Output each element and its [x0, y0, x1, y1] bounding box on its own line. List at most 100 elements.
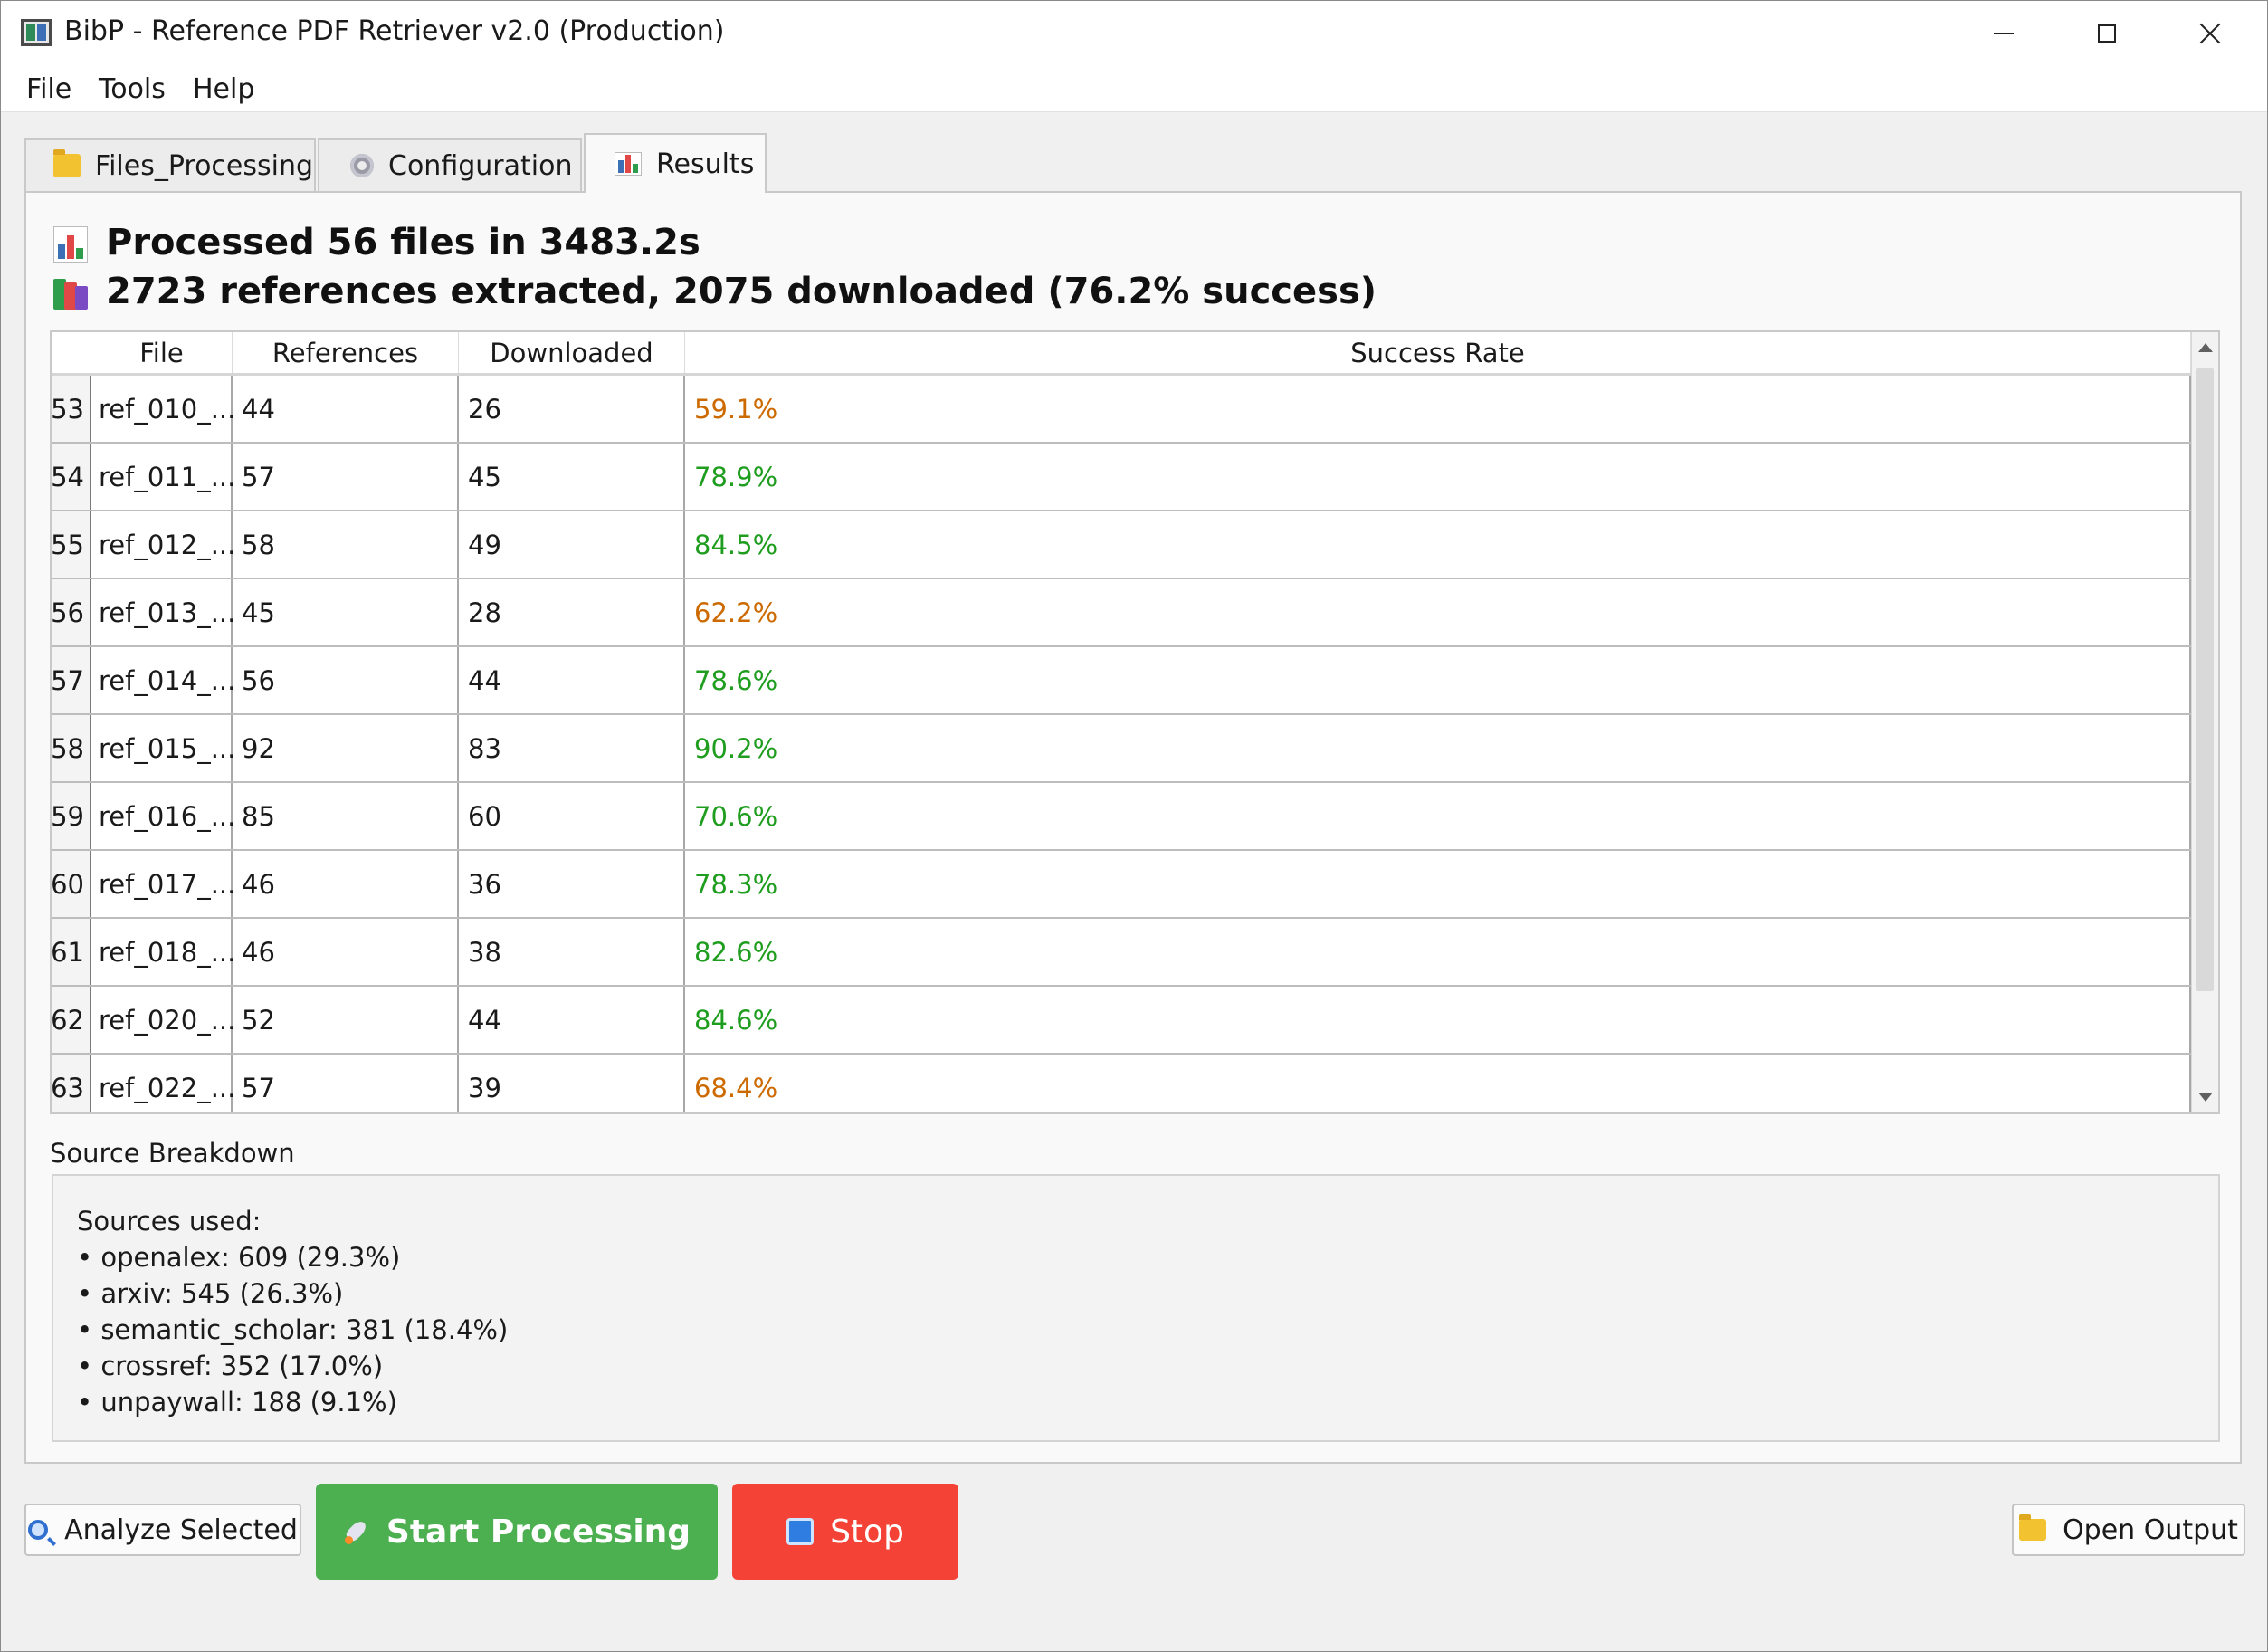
row-index: 62: [52, 987, 91, 1053]
table-row[interactable]: 57 ref_014_... 56 44 78.6%: [52, 647, 2193, 715]
cell-success-rate: 59.1%: [685, 376, 2191, 442]
column-header-downloaded[interactable]: Downloaded: [459, 332, 685, 373]
cell-file: ref_012_...: [91, 511, 235, 578]
cell-file: ref_011_...: [91, 444, 235, 510]
cell-downloaded: 44: [459, 647, 685, 713]
cell-success-rate: 70.6%: [685, 783, 2191, 849]
open-output-label: Open Output: [2063, 1514, 2238, 1546]
gear-icon: [350, 154, 374, 177]
tab-files-processing[interactable]: Files_Processing: [24, 138, 316, 191]
table-row[interactable]: 63 ref_022_... 57 39 68.4%: [52, 1055, 2193, 1112]
row-index: 53: [52, 376, 91, 442]
row-index: 57: [52, 647, 91, 713]
cell-downloaded: 26: [459, 376, 685, 442]
source-breakdown-box: Sources used: • openalex: 609 (29.3%) • …: [52, 1174, 2220, 1442]
menu-file[interactable]: File: [26, 72, 71, 107]
table-body: 53 ref_010_... 44 26 59.1% 54 ref_011_..…: [52, 376, 2193, 1112]
table-scrollbar[interactable]: [2191, 332, 2218, 1112]
app-icon: [21, 19, 52, 46]
table-row[interactable]: 54 ref_011_... 57 45 78.9%: [52, 444, 2193, 511]
stop-label: Stop: [830, 1513, 904, 1551]
source-item: • arxiv: 545 (26.3%): [77, 1278, 344, 1309]
scroll-up-icon[interactable]: [2198, 343, 2213, 352]
cell-success-rate: 84.6%: [685, 987, 2191, 1053]
table-row[interactable]: 58 ref_015_... 92 83 90.2%: [52, 715, 2193, 783]
column-header-references[interactable]: References: [233, 332, 459, 373]
summary-references-text: 2723 references extracted, 2075 download…: [106, 271, 1377, 312]
cell-downloaded: 60: [459, 783, 685, 849]
stop-icon: [786, 1518, 815, 1545]
summary-line-processed: Processed 56 files in 3483.2s: [53, 222, 700, 263]
cell-downloaded: 36: [459, 851, 685, 917]
table-row[interactable]: 62 ref_020_... 52 44 84.6%: [52, 987, 2193, 1055]
folder-icon: [2019, 1514, 2047, 1541]
close-button[interactable]: [2160, 1, 2260, 66]
cell-file: ref_010_...: [91, 376, 235, 442]
row-index: 56: [52, 579, 91, 645]
cell-downloaded: 45: [459, 444, 685, 510]
column-header-success-rate[interactable]: Success Rate: [685, 332, 2191, 373]
results-table[interactable]: File References Downloaded Success Rate …: [50, 330, 2220, 1114]
cell-success-rate: 78.3%: [685, 851, 2191, 917]
cell-success-rate: 68.4%: [685, 1055, 2191, 1112]
cell-references: 57: [233, 444, 459, 510]
open-output-button[interactable]: Open Output: [2012, 1504, 2245, 1556]
table-row[interactable]: 61 ref_018_... 46 38 82.6%: [52, 919, 2193, 987]
rocket-icon: [343, 1518, 370, 1545]
tab-label: Configuration: [388, 149, 573, 182]
cell-references: 46: [233, 919, 459, 985]
source-item: • crossref: 352 (17.0%): [77, 1351, 384, 1381]
tab-results[interactable]: Results: [584, 133, 767, 193]
row-index: 54: [52, 444, 91, 510]
bar-chart-icon: [53, 226, 88, 263]
cell-references: 44: [233, 376, 459, 442]
cell-file: ref_020_...: [91, 987, 235, 1053]
cell-file: ref_013_...: [91, 579, 235, 645]
minimize-button[interactable]: [1954, 1, 2054, 66]
cell-downloaded: 44: [459, 987, 685, 1053]
analyze-selected-button[interactable]: Analyze Selected: [24, 1504, 301, 1556]
source-item: • openalex: 609 (29.3%): [77, 1242, 401, 1273]
table-row[interactable]: 53 ref_010_... 44 26 59.1%: [52, 376, 2193, 444]
stop-button[interactable]: Stop: [732, 1484, 958, 1580]
window-title: BibP - Reference PDF Retriever v2.0 (Pro…: [64, 15, 725, 47]
cell-success-rate: 62.2%: [685, 579, 2191, 645]
table-header: File References Downloaded Success Rate: [52, 332, 2193, 376]
cell-references: 58: [233, 511, 459, 578]
sources-heading: Sources used:: [77, 1206, 262, 1237]
results-panel: Processed 56 files in 3483.2s 2723 refer…: [24, 191, 2242, 1464]
title-bar: BibP - Reference PDF Retriever v2.0 (Pro…: [1, 1, 2267, 66]
summary-processed-text: Processed 56 files in 3483.2s: [106, 222, 700, 263]
cell-success-rate: 90.2%: [685, 715, 2191, 781]
row-index: 59: [52, 783, 91, 849]
table-row[interactable]: 56 ref_013_... 45 28 62.2%: [52, 579, 2193, 647]
cell-success-rate: 78.9%: [685, 444, 2191, 510]
scrollbar-thumb[interactable]: [2196, 368, 2214, 991]
column-header-file[interactable]: File: [91, 332, 233, 373]
cell-file: ref_014_...: [91, 647, 235, 713]
tab-configuration[interactable]: Configuration: [318, 138, 582, 191]
tab-label: Files_Processing: [95, 149, 314, 182]
cell-file: ref_022_...: [91, 1055, 235, 1112]
table-row[interactable]: 55 ref_012_... 58 49 84.5%: [52, 511, 2193, 579]
maximize-button[interactable]: [2057, 1, 2157, 66]
table-row[interactable]: 60 ref_017_... 46 36 78.3%: [52, 851, 2193, 919]
app-window: BibP - Reference PDF Retriever v2.0 (Pro…: [0, 0, 2268, 1652]
cell-references: 85: [233, 783, 459, 849]
cell-downloaded: 39: [459, 1055, 685, 1112]
scroll-down-icon[interactable]: [2198, 1093, 2213, 1102]
cell-references: 92: [233, 715, 459, 781]
cell-file: ref_017_...: [91, 851, 235, 917]
close-icon: [2198, 22, 2222, 45]
cell-downloaded: 83: [459, 715, 685, 781]
cell-downloaded: 38: [459, 919, 685, 985]
cell-file: ref_016_...: [91, 783, 235, 849]
maximize-icon: [2098, 24, 2116, 43]
cell-references: 56: [233, 647, 459, 713]
menu-tools[interactable]: Tools: [99, 72, 166, 107]
start-processing-button[interactable]: Start Processing: [316, 1484, 718, 1580]
menu-bar: File Tools Help: [1, 66, 2267, 112]
menu-help[interactable]: Help: [193, 72, 254, 107]
cell-downloaded: 49: [459, 511, 685, 578]
table-row[interactable]: 59 ref_016_... 85 60 70.6%: [52, 783, 2193, 851]
